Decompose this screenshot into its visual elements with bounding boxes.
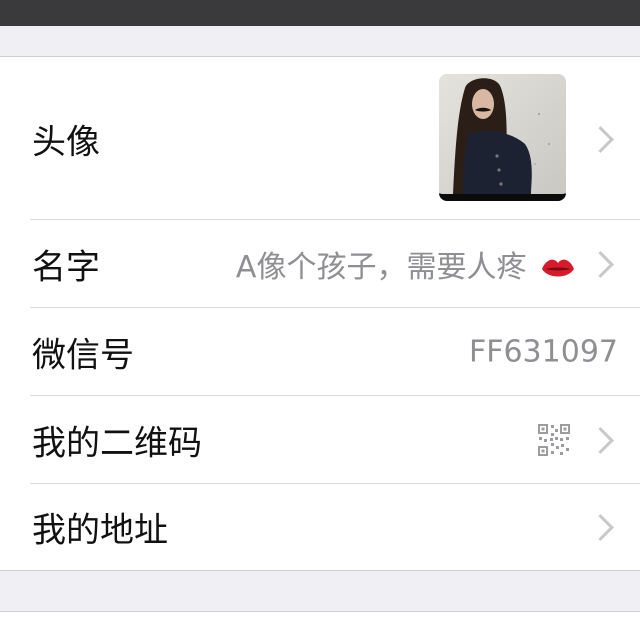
chevron-right-icon [587, 125, 614, 153]
wechat-id-value: FF631097 [468, 334, 618, 370]
status-bar [0, 0, 640, 26]
wechat-id-label: 微信号 [32, 335, 134, 376]
qr-code-icon [538, 424, 570, 456]
qr-code-row[interactable]: 我的二维码 [0, 396, 640, 484]
chevron-right-icon [587, 514, 614, 541]
profile-settings-group: 头像 名字 A像个孩子，需要人疼 微信号 FF631097 我的二维码 我的地址 [0, 56, 640, 571]
next-group-top [0, 611, 640, 640]
name-label: 名字 [32, 247, 100, 288]
avatar-row[interactable]: 头像 [0, 57, 640, 220]
chevron-right-icon [587, 427, 614, 454]
chevron-right-icon [587, 251, 614, 278]
name-value-container: A像个孩子，需要人疼 [236, 242, 576, 286]
avatar-label: 头像 [32, 122, 100, 162]
name-value: A像个孩子，需要人疼 [235, 250, 527, 285]
name-row[interactable]: 名字 A像个孩子，需要人疼 [0, 220, 640, 308]
wechat-id-row: 微信号 FF631097 [0, 308, 640, 396]
address-label: 我的地址 [32, 510, 168, 551]
address-row[interactable]: 我的地址 [0, 484, 640, 570]
qr-code-label: 我的二维码 [32, 423, 202, 464]
avatar-image [439, 74, 566, 201]
lips-icon [542, 259, 574, 276]
